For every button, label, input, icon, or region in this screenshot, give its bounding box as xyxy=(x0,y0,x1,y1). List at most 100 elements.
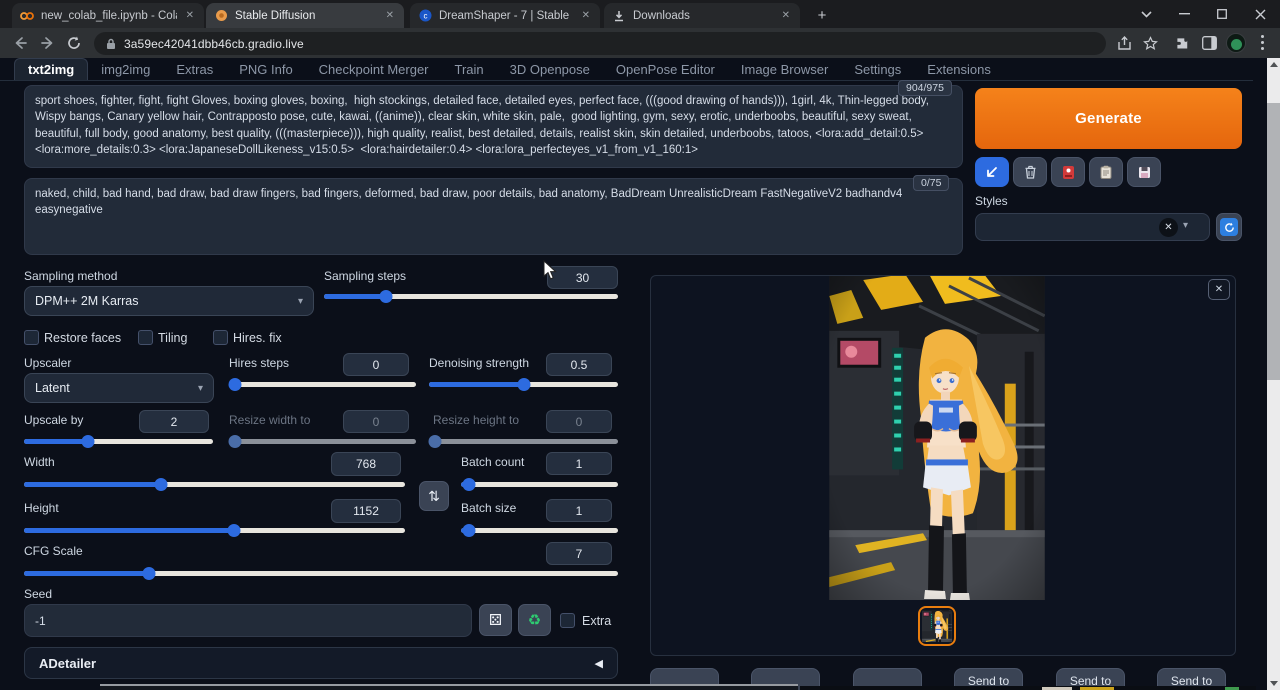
tab-divider xyxy=(0,80,1253,81)
extensions-puzzle-icon[interactable] xyxy=(1172,33,1192,53)
tab-search-chevron-icon[interactable] xyxy=(1129,0,1163,28)
side-panel-icon[interactable] xyxy=(1199,33,1219,53)
denoising-slider[interactable] xyxy=(429,378,618,391)
seed-input[interactable] xyxy=(24,604,472,637)
hires-steps-slider[interactable] xyxy=(229,378,416,391)
resize-height-label: Resize height to xyxy=(433,413,519,427)
back-icon[interactable] xyxy=(10,33,30,53)
height-input[interactable]: 1152 xyxy=(331,499,401,523)
random-seed-button[interactable]: ⚄ xyxy=(479,604,512,636)
generated-image[interactable] xyxy=(829,276,1045,600)
tab-close-icon[interactable]: ✕ xyxy=(580,10,592,21)
batch-count-label: Batch count xyxy=(461,455,524,469)
tab-txt2img[interactable]: txt2img xyxy=(14,58,88,81)
tab-title: DreamShaper - 7 | Stable Diffusi xyxy=(439,10,573,22)
tiling-checkbox[interactable] xyxy=(138,330,153,345)
tab-3d-openpose[interactable]: 3D Openpose xyxy=(497,59,603,81)
tab-image-browser[interactable]: Image Browser xyxy=(728,59,841,81)
denoising-input[interactable]: 0.5 xyxy=(546,353,612,376)
sampling-steps-input[interactable]: 30 xyxy=(547,266,618,289)
new-tab-button[interactable]: + xyxy=(813,7,831,25)
upscaler-value: Latent xyxy=(35,381,70,395)
tab-openpose-editor[interactable]: OpenPose Editor xyxy=(603,59,728,81)
collapse-arrow-icon: ◀ xyxy=(595,657,603,670)
extra-seed-checkbox[interactable] xyxy=(560,613,575,628)
address-bar[interactable]: 3a59ec42041dbb46cb.gradio.live xyxy=(94,32,1106,55)
dice-icon: ⚄ xyxy=(489,611,502,629)
page-scrollbar[interactable] xyxy=(1267,58,1280,690)
negative-prompt-textarea[interactable]: naked, child, bad hand, bad draw, bad dr… xyxy=(24,178,963,255)
browser-tab-dreamshaper[interactable]: c DreamShaper - 7 | Stable Diffusi ✕ xyxy=(410,3,600,28)
reuse-seed-button[interactable]: ♻ xyxy=(518,604,551,636)
sampling-method-value: DPM++ 2M Karras xyxy=(35,294,139,308)
tab-settings[interactable]: Settings xyxy=(841,59,914,81)
styles-dropdown[interactable]: ✕ ▾ xyxy=(975,213,1210,241)
recycle-icon: ♻ xyxy=(528,611,541,629)
forward-icon[interactable] xyxy=(38,33,58,53)
swap-dimensions-button[interactable]: ⇅ xyxy=(419,481,449,511)
bookmark-star-icon[interactable] xyxy=(1140,33,1160,53)
apply-styles-button[interactable] xyxy=(1089,157,1123,187)
maximize-button[interactable] xyxy=(1205,0,1239,28)
height-slider[interactable] xyxy=(24,524,405,537)
width-slider[interactable] xyxy=(24,478,405,491)
upscale-by-slider[interactable] xyxy=(24,435,213,448)
close-gallery-button[interactable]: ✕ xyxy=(1208,279,1230,300)
restore-faces-checkbox[interactable] xyxy=(24,330,39,345)
hires-steps-label: Hires steps xyxy=(229,356,289,370)
scroll-up-icon[interactable] xyxy=(1267,58,1280,71)
refresh-styles-button[interactable] xyxy=(1216,213,1242,241)
reload-icon[interactable] xyxy=(64,33,84,53)
scrollbar-thumb[interactable] xyxy=(1267,103,1280,380)
extra-networks-button[interactable] xyxy=(1051,157,1085,187)
chevron-down-icon[interactable]: ▾ xyxy=(1183,220,1188,231)
upscale-by-label: Upscale by xyxy=(24,413,83,427)
chrome-menu-icon[interactable] xyxy=(1261,35,1265,53)
browser-tab-stable-diffusion[interactable]: Stable Diffusion ✕ xyxy=(206,3,404,28)
tab-close-icon[interactable]: ✕ xyxy=(384,10,396,21)
cfg-scale-input[interactable]: 7 xyxy=(546,542,612,565)
batch-size-input[interactable]: 1 xyxy=(546,499,612,522)
civitai-icon: c xyxy=(418,9,432,23)
save-style-button[interactable] xyxy=(1127,157,1161,187)
sampling-steps-slider[interactable] xyxy=(324,290,618,303)
width-input[interactable]: 768 xyxy=(331,452,401,476)
profile-avatar[interactable] xyxy=(1226,33,1246,53)
gallery-thumbnail-selected[interactable] xyxy=(918,606,956,646)
batch-size-slider[interactable] xyxy=(461,524,618,537)
tab-extensions[interactable]: Extensions xyxy=(914,59,1004,81)
hires-fix-checkbox[interactable] xyxy=(213,330,228,345)
paste-params-button[interactable] xyxy=(975,157,1009,187)
browser-tab-strip: new_colab_file.ipynb - Colaborat ✕ Stabl… xyxy=(0,0,1280,28)
close-window-button[interactable] xyxy=(1243,0,1277,28)
hires-steps-input[interactable]: 0 xyxy=(343,353,409,376)
tab-close-icon[interactable]: ✕ xyxy=(780,10,792,21)
minimize-button[interactable] xyxy=(1167,0,1201,28)
url-text: 3a59ec42041dbb46cb.gradio.live xyxy=(124,37,304,51)
tab-close-icon[interactable]: ✕ xyxy=(184,10,196,21)
scroll-down-icon[interactable] xyxy=(1267,677,1280,690)
tab-img2img[interactable]: img2img xyxy=(88,59,163,81)
hires-fix-label: Hires. fix xyxy=(233,331,282,345)
negative-token-counter: 0/75 xyxy=(913,175,949,191)
share-icon[interactable] xyxy=(1114,33,1134,53)
tab-png-info[interactable]: PNG Info xyxy=(226,59,305,81)
sampling-method-dropdown[interactable]: DPM++ 2M Karras ▾ xyxy=(24,286,314,316)
generate-button[interactable]: Generate xyxy=(975,88,1242,149)
clear-styles-icon[interactable]: ✕ xyxy=(1159,218,1178,237)
tab-extras[interactable]: Extras xyxy=(163,59,226,81)
batch-count-slider[interactable] xyxy=(461,478,618,491)
upscaler-dropdown[interactable]: Latent ▾ xyxy=(24,373,214,403)
resize-width-slider xyxy=(229,435,416,448)
tab-train[interactable]: Train xyxy=(442,59,497,81)
batch-count-input[interactable]: 1 xyxy=(546,452,612,475)
cfg-scale-label: CFG Scale xyxy=(24,544,83,558)
cfg-scale-slider[interactable] xyxy=(24,567,618,580)
upscale-by-input[interactable]: 2 xyxy=(139,410,209,433)
clear-prompt-button[interactable] xyxy=(1013,157,1047,187)
browser-tab-downloads[interactable]: Downloads ✕ xyxy=(604,3,800,28)
tab-checkpoint-merger[interactable]: Checkpoint Merger xyxy=(306,59,442,81)
browser-tab-colab[interactable]: new_colab_file.ipynb - Colaborat ✕ xyxy=(12,3,204,28)
adetailer-accordion[interactable]: ADetailer ◀ xyxy=(24,647,618,679)
prompt-textarea[interactable]: sport shoes, fighter, fight, fight Glove… xyxy=(24,85,963,168)
